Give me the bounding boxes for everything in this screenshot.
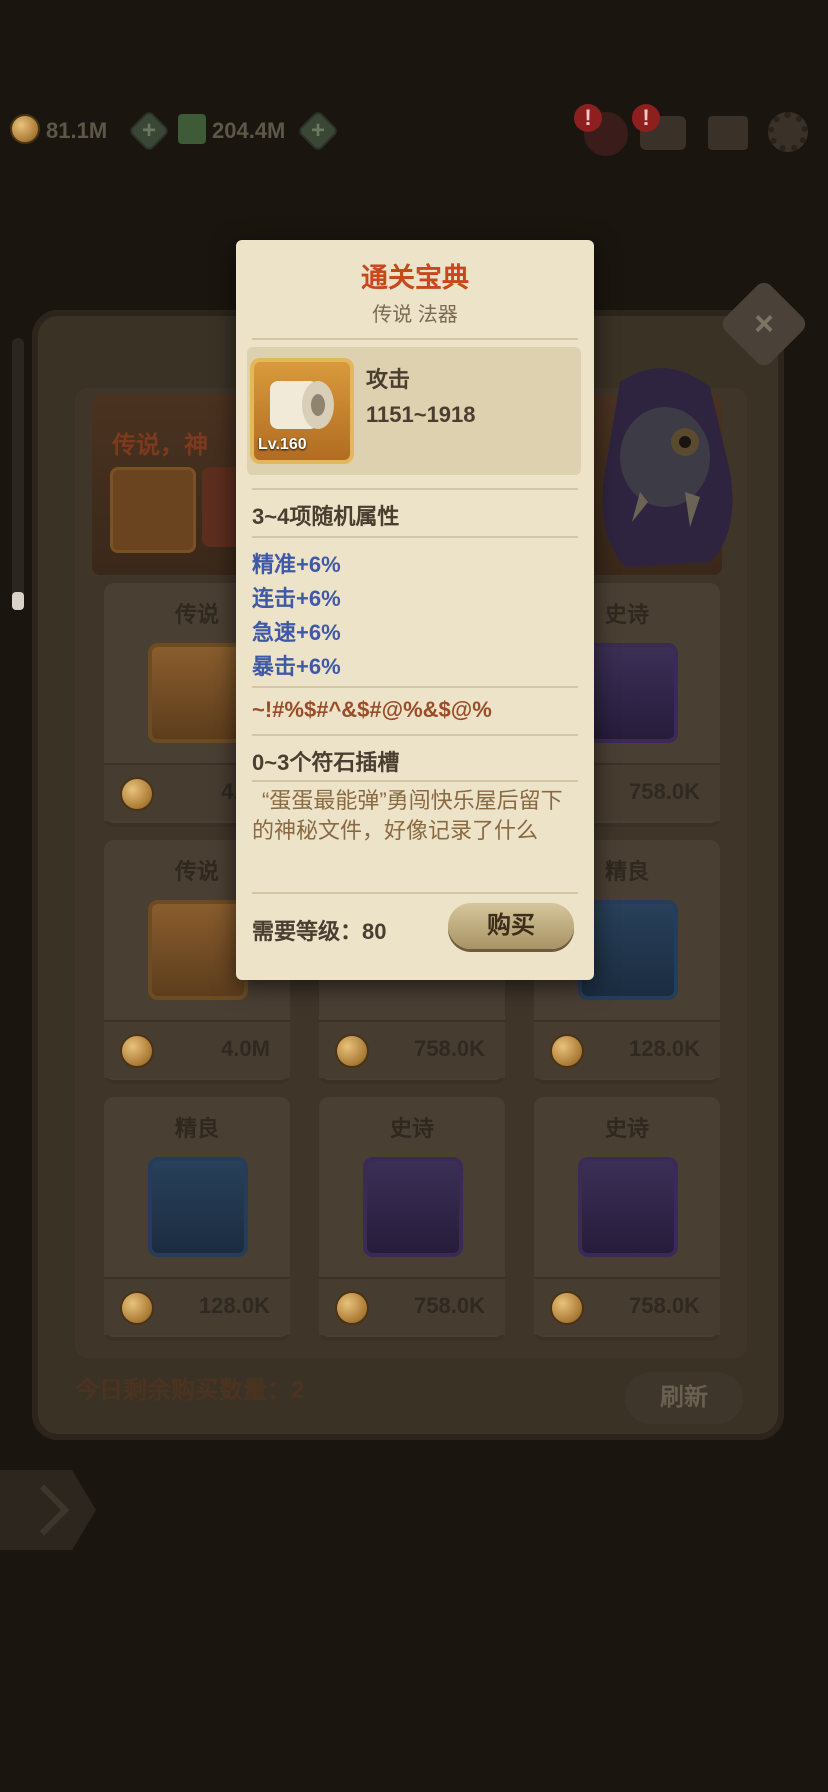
required-level: 需要等级：80	[252, 919, 387, 944]
item-price: 758.0K	[414, 1036, 485, 1061]
attr-combo: 连击+6%	[252, 586, 341, 611]
divider	[252, 892, 578, 894]
banner-text: 传说，神	[112, 432, 208, 459]
buy-button[interactable]: 购买	[448, 903, 574, 949]
gold-coin-icon	[120, 777, 154, 811]
divider	[252, 536, 578, 538]
gold-amount: 81.1M	[46, 118, 108, 143]
hidden-attr: ~!#%$#^&$#@%&$@%	[252, 697, 492, 722]
attr-crit: 暴击+6%	[252, 654, 341, 679]
divider	[252, 488, 578, 490]
divider	[252, 686, 578, 688]
close-icon: ×	[754, 305, 774, 343]
item-subtitle: 传说 法器	[372, 304, 458, 326]
random-attr-header: 3~4项随机属性	[252, 504, 400, 529]
item-description: “蛋蛋最能弹”勇闯快乐屋后留下的神秘文件，好像记录了什么	[252, 788, 563, 843]
back-arrow-icon	[18, 1484, 70, 1536]
mail-icon[interactable]	[708, 116, 748, 150]
scrollbar-track[interactable]	[12, 338, 24, 608]
gold-coin-icon	[10, 114, 40, 144]
stat-name: 攻击	[366, 367, 411, 392]
shop-item-card[interactable]: 精良 128.0K	[104, 1097, 290, 1341]
item-rarity: 精良	[174, 1116, 219, 1141]
scepter-icon	[110, 467, 196, 553]
gold-coin-icon	[120, 1291, 154, 1325]
refresh-button[interactable]: 刷新	[625, 1372, 743, 1424]
gem-amount: 204.4M	[212, 118, 286, 143]
item-price: 758.0K	[629, 779, 700, 804]
shop-item-card[interactable]: 史诗 758.0K	[319, 1097, 505, 1341]
gold-coin-icon	[550, 1034, 584, 1068]
back-button[interactable]	[0, 1470, 96, 1550]
attr-accuracy: 精准+6%	[252, 552, 341, 577]
item-price: 4.0M	[221, 1036, 270, 1061]
item-price: 758.0K	[414, 1293, 485, 1318]
divider	[252, 338, 578, 340]
item-rarity: 史诗	[389, 1116, 434, 1141]
price-bar: 758.0K	[534, 1277, 720, 1335]
price-bar: 758.0K	[319, 1020, 505, 1078]
gem-icon	[178, 114, 206, 144]
item-rarity: 史诗	[604, 1116, 649, 1141]
monster-illustration	[602, 368, 733, 567]
item-price: 128.0K	[629, 1036, 700, 1061]
gem-ring-icon	[578, 1157, 678, 1257]
price-bar: 4.0M	[104, 1020, 290, 1078]
rune-slots: 0~3个符石插槽	[252, 750, 400, 775]
stat-range: 1151~1918	[366, 402, 476, 427]
ring-icon	[148, 643, 248, 743]
attr-haste: 急速+6%	[252, 620, 341, 645]
item-price: 128.0K	[199, 1293, 270, 1318]
scroll-icon	[148, 900, 248, 1000]
scroll-icon	[270, 381, 334, 429]
resource-bar: 81.1M + 204.4M + ! !	[0, 100, 828, 170]
level-badge: Lv.160	[258, 436, 307, 453]
price-bar: 128.0K	[534, 1020, 720, 1078]
add-gem-button[interactable]: +	[296, 109, 340, 153]
divider	[252, 780, 578, 782]
settings-gear-icon[interactable]	[768, 112, 808, 152]
alert-badge: !	[574, 104, 602, 132]
add-gold-button[interactable]: +	[127, 109, 171, 153]
item-title: 通关宝典	[361, 263, 469, 293]
chat-alert-badge: !	[632, 104, 660, 132]
divider	[252, 734, 578, 736]
price-bar: 128.0K	[104, 1277, 290, 1335]
remaining-purchases: 今日剩余购买数量：2	[75, 1377, 305, 1404]
scrollbar-thumb[interactable]	[12, 592, 24, 610]
armor-icon	[363, 1157, 463, 1257]
gold-coin-icon	[550, 1291, 584, 1325]
gold-coin-icon	[120, 1034, 154, 1068]
shop-item-card[interactable]: 史诗 758.0K	[534, 1097, 720, 1341]
gold-coin-icon	[335, 1034, 369, 1068]
cloak-icon	[148, 1157, 248, 1257]
close-button[interactable]: ×	[718, 278, 810, 370]
gold-coin-icon	[335, 1291, 369, 1325]
price-bar: 758.0K	[319, 1277, 505, 1335]
item-price: 758.0K	[629, 1293, 700, 1318]
